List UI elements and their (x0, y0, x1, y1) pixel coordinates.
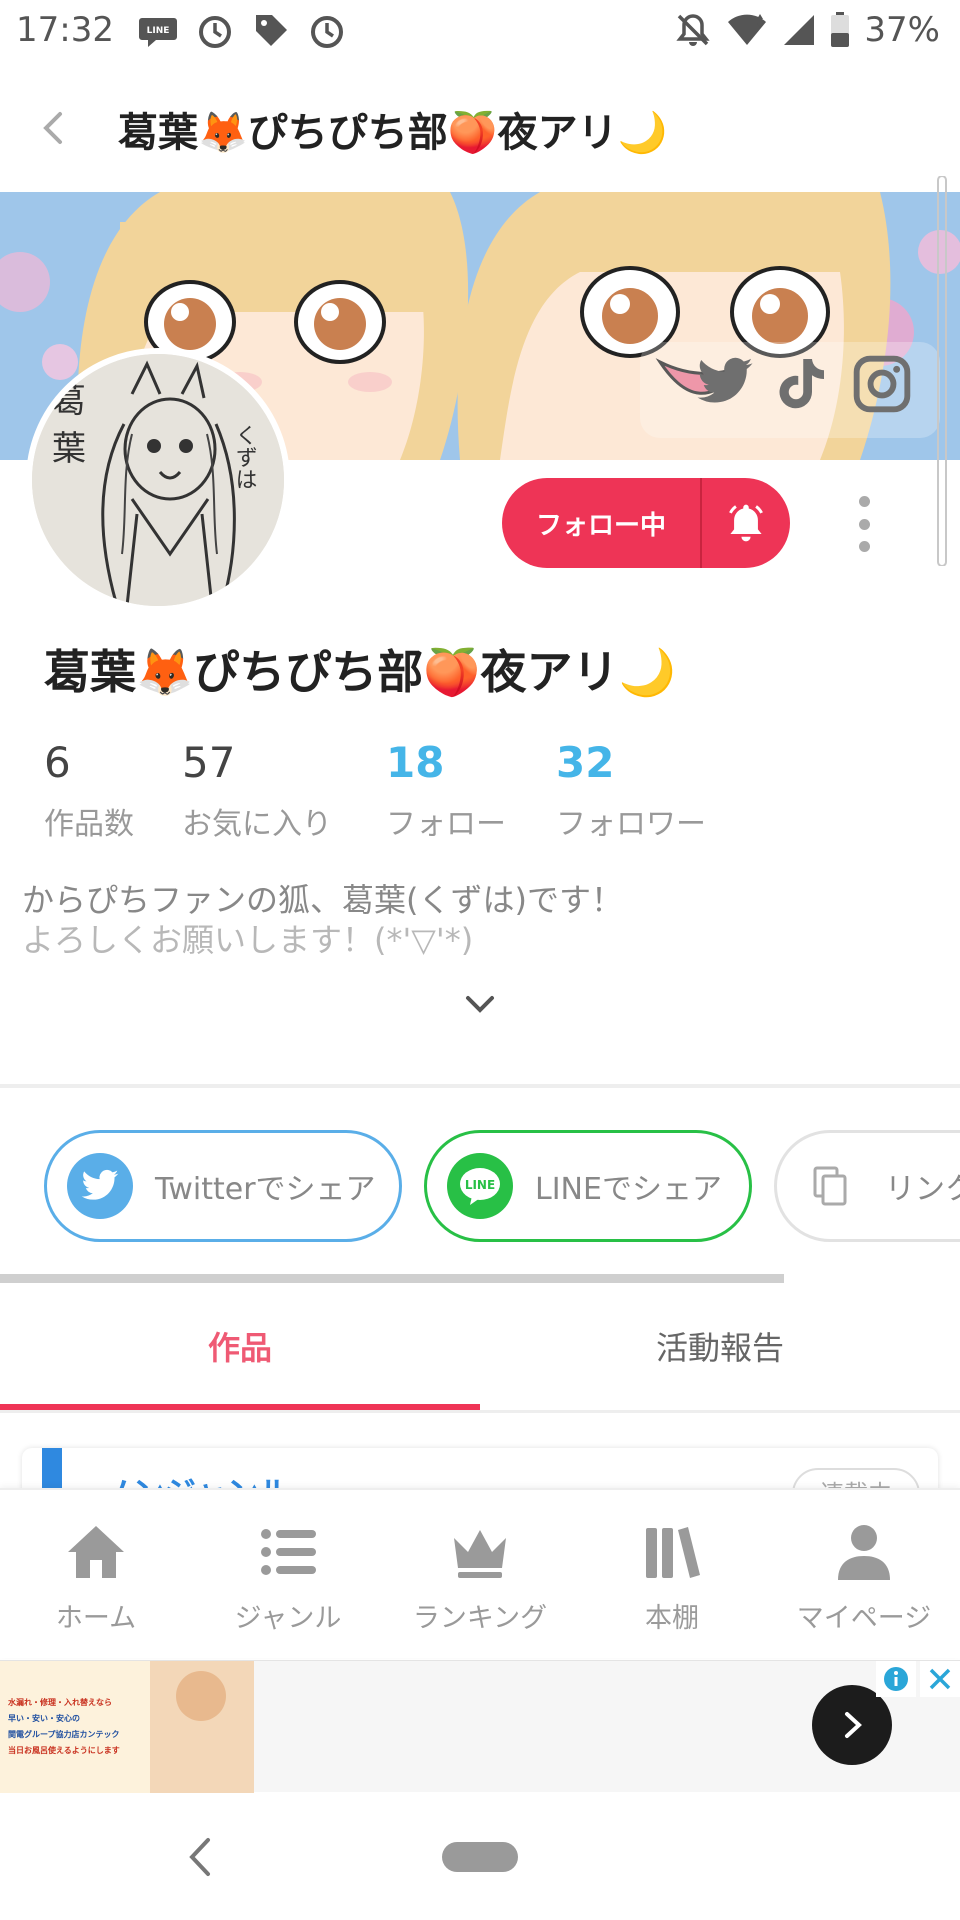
more-dot (858, 541, 870, 552)
status-time: 17:32 (16, 10, 114, 50)
nav-genre[interactable]: ジャンル (192, 1490, 384, 1658)
stat-works-value: 6 (44, 738, 71, 787)
twitter-link-icon[interactable] (690, 352, 760, 412)
wifi-icon (728, 14, 767, 45)
stat-following[interactable]: 18 フォロー (386, 738, 506, 843)
stat-followers[interactable]: 32 フォロワー (556, 738, 706, 843)
line-icon-text: LINE (465, 1178, 495, 1192)
follow-button[interactable]: フォロー中 (502, 478, 790, 568)
home-icon (68, 1526, 124, 1578)
tag-icon (256, 15, 287, 46)
nav-mypage[interactable]: マイページ (768, 1490, 960, 1658)
tab-works[interactable]: 作品 (0, 1310, 480, 1410)
status-system-icons: 37% (674, 10, 940, 50)
stat-following-label: フォロー (386, 807, 506, 842)
person-icon (838, 1525, 890, 1580)
stat-works[interactable]: 6 作品数 (44, 738, 134, 843)
nav-home-label: ホーム (55, 1603, 137, 1634)
battery-percent: 37% (864, 10, 940, 50)
nav-ranking[interactable]: ランキング (384, 1490, 576, 1658)
share-line-button[interactable]: LINE LINEでシェア (424, 1130, 752, 1242)
share-scroll-indicator (0, 1274, 784, 1283)
ad-copy: 水漏れ・修理・入れ替えなら 早い・安い・安心の 関電グループ協力店カンテック 当… (8, 1695, 120, 1759)
chevron-right-icon (845, 1712, 862, 1738)
system-back-icon[interactable] (180, 1832, 220, 1882)
ad-image[interactable]: 水漏れ・修理・入れ替えなら 早い・安い・安心の 関電グループ協力店カンテック 当… (0, 1661, 254, 1793)
system-home-pill[interactable] (442, 1842, 518, 1872)
page-scrollbar[interactable] (936, 175, 948, 567)
ad-copy-line: 早い・安い・安心の (8, 1714, 80, 1723)
ad-copy-line: 当日お風呂使えるようにします (8, 1746, 120, 1755)
notifications-off-icon (676, 14, 711, 46)
tab-divider (0, 1410, 960, 1413)
nav-bookshelf-label: 本棚 (645, 1603, 699, 1634)
copy-link-label: リンク (885, 1172, 960, 1207)
stat-followers-label: フォロワー (556, 807, 706, 842)
bookshelf-icon (646, 1527, 700, 1578)
back-chevron-icon[interactable] (30, 104, 78, 152)
stat-favorites[interactable]: 57 お気に入り (182, 738, 332, 843)
tab-activity-report[interactable]: 活動報告 (480, 1310, 960, 1410)
notify-bell-button[interactable] (702, 501, 790, 545)
copy-link-button[interactable]: リンク (774, 1130, 960, 1242)
expand-bio-chevron-icon[interactable] (460, 984, 500, 1024)
stat-followers-value: 32 (556, 738, 615, 787)
bell-icon (729, 504, 763, 542)
share-line-label: LINEでシェア (535, 1172, 722, 1207)
ad-photo-face (176, 1671, 226, 1721)
copy-icon (813, 1166, 847, 1206)
avatar: 葛 葉 くずは (26, 348, 290, 612)
instagram-link-icon[interactable] (850, 352, 914, 416)
more-options-button[interactable] (852, 496, 876, 552)
share-twitter-label: Twitterでシェア (155, 1172, 376, 1207)
page-title: 葛葉🦊ぴちぴち部🍑夜アリ🌙 (118, 110, 668, 156)
line-icon: LINE (139, 18, 177, 47)
twitter-icon (67, 1153, 133, 1219)
share-twitter-button[interactable]: Twitterでシェア (44, 1130, 402, 1242)
section-divider (0, 1084, 960, 1088)
stat-favorites-label: お気に入り (182, 807, 332, 842)
tiktok-link-icon[interactable] (772, 352, 832, 416)
ad-copy-line: 関電グループ協力店カンテック (8, 1730, 120, 1739)
nav-bookshelf[interactable]: 本棚 (576, 1490, 768, 1658)
ad-close-button[interactable] (920, 1661, 960, 1697)
info-icon (884, 1667, 908, 1691)
more-dot (858, 496, 870, 507)
avatar-kanji-2: 葉 (52, 429, 86, 469)
stat-following-value: 18 (386, 738, 445, 787)
more-dot (858, 518, 870, 530)
line-icon: LINE (447, 1153, 513, 1219)
profile-name: 葛葉🦊ぴちぴち部🍑夜アリ🌙 (44, 645, 676, 699)
nav-ranking-label: ランキング (412, 1603, 548, 1634)
avatar-kana: くずは (232, 424, 257, 490)
ad-copy-line: 水漏れ・修理・入れ替えなら (8, 1698, 112, 1707)
list-icon (261, 1529, 316, 1575)
status-bar: 17:32 LINE 37% (0, 0, 960, 64)
ad-info-button[interactable] (876, 1661, 916, 1697)
status-notification-icons: LINE (138, 12, 346, 52)
crown-icon (454, 1530, 506, 1578)
close-icon (929, 1668, 951, 1690)
bio-line-1: からぴちファンの狐、葛葉(くずは)です！ (22, 881, 623, 919)
bio-line-2: よろしくお願いします！(*'▽'*) (22, 921, 474, 959)
stat-favorites-value: 57 (182, 738, 236, 787)
nav-home[interactable]: ホーム (0, 1490, 192, 1658)
nav-mypage-label: マイページ (796, 1603, 932, 1634)
ad-banner[interactable]: 水漏れ・修理・入れ替えなら 早い・安い・安心の 関電グループ協力店カンテック 当… (0, 1660, 960, 1793)
bottom-navigation: ホーム ジャンル ランキング 本棚 マイページ (0, 1488, 960, 1658)
alarm-icon (311, 16, 343, 48)
alarm-icon (199, 16, 231, 48)
avatar-sketch: 葛 葉 くずは (32, 354, 284, 606)
app-header: 葛葉🦊ぴちぴち部🍑夜アリ🌙 (0, 64, 960, 192)
profile-bio: からぴちファンの狐、葛葉(くずは)です！ よろしくお願いします！(*'▽'*) (22, 880, 623, 960)
battery-icon (831, 12, 850, 47)
follow-button-label: フォロー中 (535, 510, 666, 541)
nav-genre-label: ジャンル (234, 1603, 342, 1634)
signal-icon (784, 15, 815, 45)
stat-works-label: 作品数 (44, 807, 134, 842)
ad-open-button[interactable] (812, 1685, 892, 1765)
line-badge-text: LINE (147, 26, 170, 36)
